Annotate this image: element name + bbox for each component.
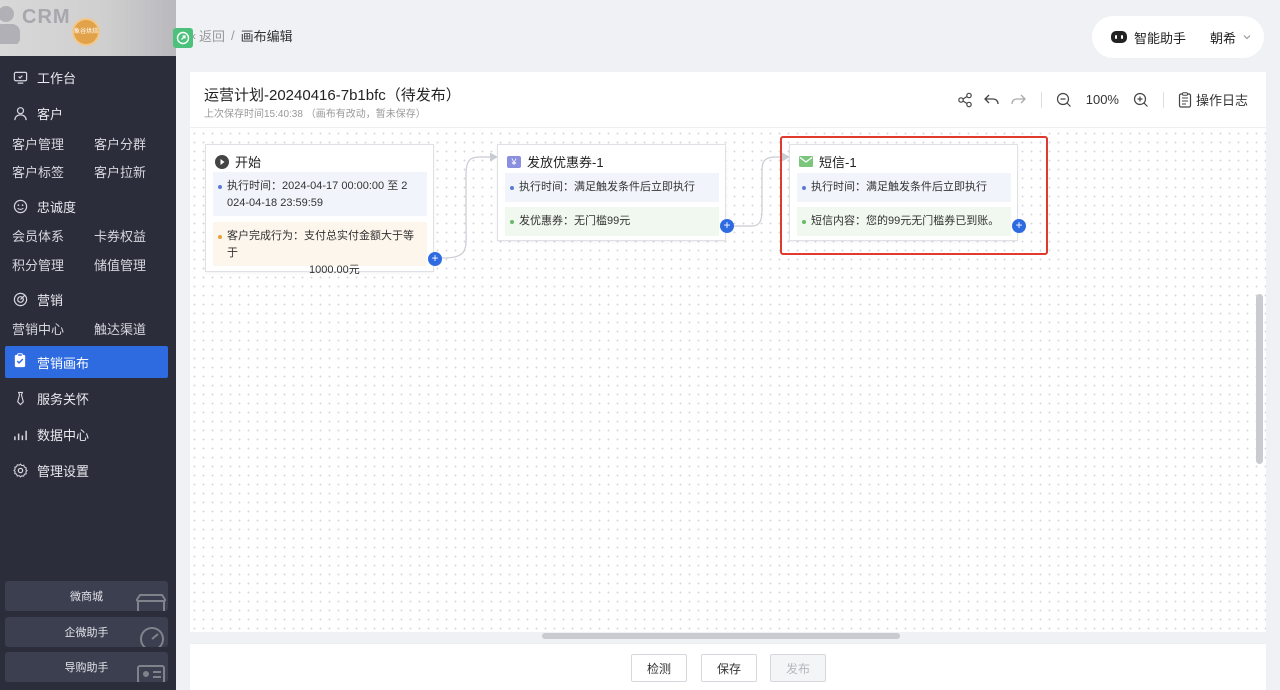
nav-points[interactable]: 积分管理 <box>12 255 64 274</box>
redo-icon[interactable] <box>1010 92 1027 108</box>
ai-assistant-button[interactable]: 智能助手 <box>1110 28 1186 47</box>
brand-area: CRM 象谷烘焙 <box>0 0 176 56</box>
start-behavior-row: 客户完成行为：支付总实付金额大于等于 1000.00元 <box>213 222 427 276</box>
check-button[interactable]: 检测 <box>631 654 687 682</box>
nav-service-care[interactable]: 服务关怀 <box>12 389 89 408</box>
nav-customer-acquire[interactable]: 客户拉新 <box>94 162 146 181</box>
person-icon <box>0 6 20 44</box>
share-icon[interactable] <box>957 92 973 108</box>
plus-icon: + <box>723 218 731 232</box>
wecom-assistant-button[interactable]: 企微助手 <box>5 617 168 647</box>
nav-customer-manage[interactable]: 客户管理 <box>12 134 64 153</box>
user-icon <box>12 105 29 122</box>
add-node-button[interactable]: + <box>428 252 442 266</box>
canvas-toolbar: 100% 操作日志 <box>957 90 1248 109</box>
monitor-icon <box>12 69 29 86</box>
clipboard-icon <box>13 353 27 371</box>
canvas-header: 运营计划-20240416-7b1bfc（待发布） 上次保存时间15:40:38… <box>190 72 1266 128</box>
add-node-button[interactable]: + <box>720 219 734 233</box>
id-card-icon <box>137 665 165 682</box>
coupon-node[interactable]: ¥ 发放优惠券-1 执行时间：满足触发条件后立即执行 发优惠券：无门槛99元 <box>497 144 726 241</box>
undo-icon[interactable] <box>983 92 1000 108</box>
zoom-out-icon[interactable] <box>1056 92 1072 108</box>
brand-logo[interactable]: 象谷烘焙 <box>72 18 100 46</box>
bar-chart-icon <box>12 426 29 443</box>
nav-reach-channel[interactable]: 触达渠道 <box>94 319 146 338</box>
breadcrumb: ‹ 返回 / 画布编辑 <box>192 26 293 45</box>
coupon-time-row: 执行时间：满足触发条件后立即执行 <box>505 173 719 202</box>
coupon-node-title: ¥ 发放优惠券-1 <box>507 152 604 171</box>
log-icon <box>1178 91 1192 108</box>
coupon-detail-row: 发优惠券：无门槛99元 <box>505 207 719 236</box>
nav-loyalty[interactable]: 忠诚度 <box>12 197 76 216</box>
robot-icon <box>1111 31 1127 43</box>
target-icon <box>12 291 29 308</box>
top-right-bar: 智能助手 朝希 <box>1092 16 1264 58</box>
plus-icon: + <box>431 251 439 265</box>
user-menu[interactable]: 朝希 <box>1210 28 1252 47</box>
toolbar-divider <box>1040 91 1042 108</box>
nav-customer-tag[interactable]: 客户标签 <box>12 162 64 181</box>
nav-settings[interactable]: 管理设置 <box>12 461 89 480</box>
smile-icon <box>12 198 29 215</box>
nav-marketing[interactable]: 营销 <box>12 290 63 309</box>
zoom-level: 100% <box>1085 92 1119 107</box>
expand-icon <box>176 31 190 45</box>
nav-coupon-rights[interactable]: 卡券权益 <box>94 226 146 245</box>
canvas-title: 运营计划-20240416-7b1bfc（待发布） <box>204 87 461 104</box>
start-node-title: 开始 <box>215 152 261 171</box>
gear-icon <box>12 462 29 479</box>
canvas-save-status: 上次保存时间15:40:38 （画布有改动，暂未保存） <box>204 109 426 120</box>
play-icon <box>215 154 229 169</box>
nav-customer[interactable]: 客户 <box>12 104 63 123</box>
sidebar: CRM 象谷烘焙 工作台 客户 客户管理 客户分群 客户标签 客户拉新 忠诚度 … <box>0 0 176 690</box>
publish-button[interactable]: 发布 <box>770 654 826 682</box>
operation-log-button[interactable]: 操作日志 <box>1178 90 1248 109</box>
vertical-scrollbar[interactable] <box>1256 294 1263 464</box>
shopping-guide-button[interactable]: 导购助手 <box>5 652 168 682</box>
nav-member-system[interactable]: 会员体系 <box>12 226 64 245</box>
nav-customer-group[interactable]: 客户分群 <box>94 134 146 153</box>
horizontal-scrollbar[interactable] <box>542 633 900 639</box>
start-time-row: 执行时间：2024-04-17 00:00:00 至 2 024-04-18 2… <box>213 172 427 216</box>
chevron-down-icon <box>1243 35 1251 40</box>
micro-mall-button[interactable]: 微商城 <box>5 581 168 611</box>
start-node[interactable]: 开始 执行时间：2024-04-17 00:00:00 至 2 024-04-1… <box>205 144 434 276</box>
nav-data-center[interactable]: 数据中心 <box>12 425 89 444</box>
nav-workbench[interactable]: 工作台 <box>12 68 76 87</box>
nav-stored-value[interactable]: 储值管理 <box>94 255 146 274</box>
canvas-footer: 检测 保存 发布 <box>190 643 1266 690</box>
brand-name: CRM <box>22 6 71 28</box>
shop-icon <box>136 594 166 611</box>
nav-marketing-canvas[interactable]: 营销画布 <box>5 346 168 378</box>
zoom-in-icon[interactable] <box>1133 92 1149 108</box>
tie-icon <box>12 390 29 407</box>
coupon-icon: ¥ <box>507 155 521 168</box>
save-button[interactable]: 保存 <box>701 654 757 682</box>
sidebar-toggle-button[interactable] <box>173 28 193 48</box>
nav-marketing-center[interactable]: 营销中心 <box>12 319 64 338</box>
selection-highlight <box>780 136 1048 255</box>
toolbar-divider <box>1162 91 1164 108</box>
back-link[interactable]: ‹ 返回 <box>192 26 225 45</box>
breadcrumb-separator: / <box>231 28 235 43</box>
breadcrumb-current: 画布编辑 <box>240 29 293 44</box>
speedometer-icon <box>140 627 164 647</box>
chevron-left-icon: ‹ <box>192 28 196 43</box>
